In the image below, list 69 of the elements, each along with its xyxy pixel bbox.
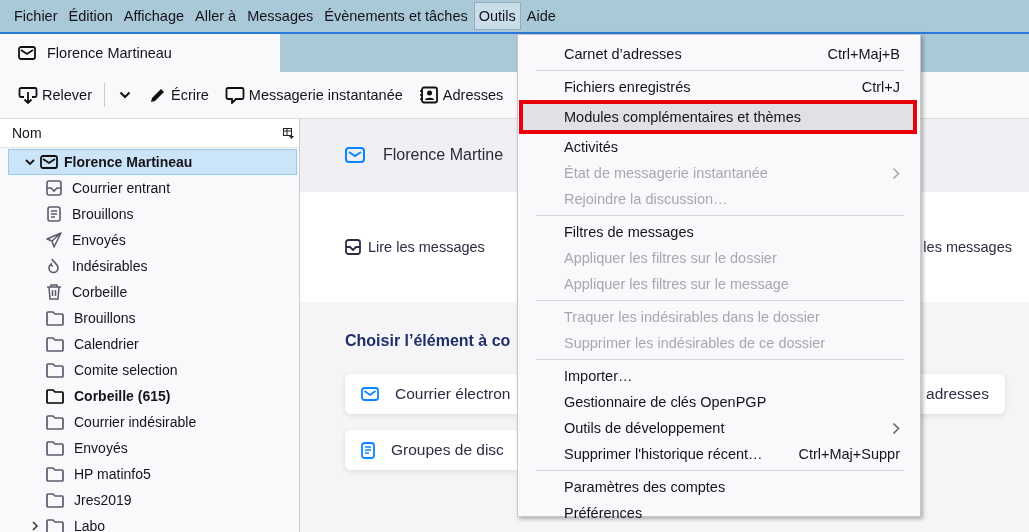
menu-item[interactable]: Modules complémentaires et thèmes [519,100,917,134]
tree-item[interactable]: Brouillons [0,305,299,331]
envelope-icon [18,46,36,60]
account-title: Florence Martine [383,145,504,164]
inbox-tray-icon [46,180,62,196]
inbox-tray-icon [345,239,361,255]
toolbar-button[interactable]: Adresses [412,82,510,108]
toolbar-button[interactable]: Écrire [142,82,215,108]
menu-bar-item[interactable]: Messages [242,2,319,30]
flame-icon [46,258,62,274]
folder-icon [46,440,64,456]
document-icon [46,206,62,222]
tree-item[interactable]: HP matinfo5 [0,461,299,487]
toolbar-button[interactable]: Relever [12,82,98,108]
envelope-icon [361,387,379,401]
download-tray-icon [18,86,38,104]
chevron-icon[interactable] [31,521,39,531]
toolbar-button[interactable]: Messagerie instantanée [218,82,409,108]
tree-item[interactable]: Indésirables [0,253,299,279]
folder-icon [46,466,64,482]
paper-plane-icon [46,232,62,248]
chevron-down-icon[interactable] [118,91,131,99]
speech-bubble-icon [224,86,245,104]
tree-item[interactable]: Calendrier [0,331,299,357]
tree-item[interactable]: Corbeille (615) [0,383,299,409]
folder-icon [46,414,64,430]
pencil-icon [148,86,167,104]
account-tab[interactable]: Florence Martineau [0,34,280,72]
tree-item[interactable]: Florence Martineau [8,149,297,175]
menu-bar-item[interactable]: Fichier [9,2,63,30]
menu-item[interactable]: Paramètres des comptes [518,474,920,500]
menu-bar-item[interactable]: Outils [473,2,521,30]
tree-item[interactable]: Courrier indésirable [0,409,299,435]
menu-item[interactable]: Activités [518,134,920,160]
tree-item[interactable]: Envoyés [0,227,299,253]
menu-bar-item[interactable]: Aide [521,2,561,30]
tree-item[interactable]: Brouillons [0,201,299,227]
tree-item[interactable]: Jres2019 [0,487,299,513]
action-link[interactable]: les messages [923,239,1012,255]
section-heading: Choisir l’élément à co [345,332,511,350]
column-picker-icon[interactable] [283,127,294,139]
menu-bar-item[interactable]: Aller à [190,2,242,30]
tree-item[interactable]: Envoyés [0,435,299,461]
menu-item[interactable]: Préférences [518,500,920,526]
menu-bar-item[interactable]: Évènements et tâches [319,2,473,30]
tree-item[interactable]: Courrier entrant [0,175,299,201]
account-name: Florence Martineau [64,154,193,170]
folder-icon [46,518,64,532]
folder-icon [46,388,64,404]
menu-bar-item[interactable]: Affichage [118,2,190,30]
folder-icon [46,310,64,326]
chevron-icon[interactable] [25,158,35,166]
column-header[interactable]: Nom [12,125,42,141]
folder-icon [46,492,64,508]
tree-item[interactable]: Comite selection [0,357,299,383]
tree-item[interactable]: Corbeille [0,279,299,305]
address-book-icon [418,86,439,104]
menu-item[interactable]: Filtres de messages [518,219,920,245]
tree-item[interactable]: Labo [0,513,299,532]
menu-item[interactable]: Fichiers enregistrés Ctrl+J [518,74,920,100]
trash-icon [46,284,62,300]
envelope-icon [345,146,365,163]
folder-icon [46,362,64,378]
menu-item[interactable]: Carnet d’adresses Ctrl+Maj+B [518,41,920,67]
document-icon [361,441,375,459]
menu-bar-item[interactable]: Édition [63,2,118,30]
envelope-icon [40,155,58,169]
folder-icon [46,336,64,352]
action-link[interactable]: Lire les messages [345,239,485,255]
